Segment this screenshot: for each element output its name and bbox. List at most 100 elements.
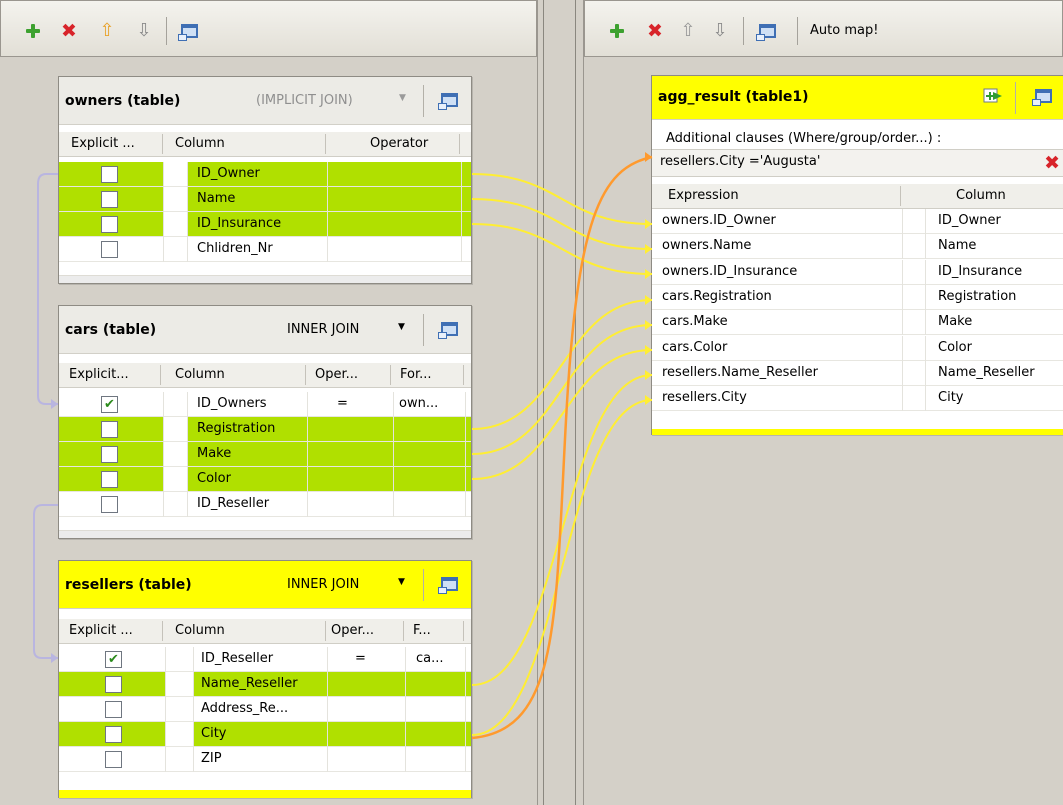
header-column[interactable]: Column <box>175 136 225 151</box>
column-name[interactable]: Name_Reseller <box>201 676 298 691</box>
expression-value[interactable]: resellers.Name_Reseller <box>662 365 818 380</box>
table-row[interactable]: resellers.Name_Reseller Name_Reseller <box>652 360 1063 386</box>
formula-value[interactable]: own... <box>399 396 438 411</box>
explicit-join-checkbox[interactable] <box>105 726 122 743</box>
column-name[interactable]: Registration <box>197 421 275 436</box>
output-column-name[interactable]: City <box>938 390 963 405</box>
column-name[interactable]: City <box>201 726 226 741</box>
add-icon[interactable] <box>23 21 43 41</box>
resellers-join-select[interactable]: INNER JOIN <box>287 577 359 592</box>
header-operator[interactable]: Operator <box>370 136 428 151</box>
add-icon[interactable] <box>607 21 627 41</box>
header-formula[interactable]: For... <box>400 367 432 382</box>
header-operator[interactable]: Oper... <box>315 367 358 382</box>
table-row[interactable]: cars.Make Make <box>652 310 1063 336</box>
column-name[interactable]: Make <box>197 446 231 461</box>
auto-map-button[interactable]: Auto map! <box>810 23 878 38</box>
explicit-join-checkbox[interactable] <box>101 421 118 438</box>
output-column-name[interactable]: Color <box>938 340 972 355</box>
explicit-join-checkbox[interactable] <box>101 241 118 258</box>
window-icon[interactable] <box>438 322 458 339</box>
move-down-icon[interactable]: ⇩ <box>134 21 154 41</box>
table-row[interactable]: Address_Re... <box>59 697 471 722</box>
formula-value[interactable]: ca... <box>416 651 444 666</box>
explicit-join-checkbox[interactable]: ✔ <box>105 651 122 668</box>
explicit-join-checkbox[interactable] <box>101 471 118 488</box>
window-icon[interactable] <box>177 21 199 41</box>
column-name[interactable]: Address_Re... <box>201 701 288 716</box>
chevron-down-icon[interactable]: ▼ <box>399 93 406 103</box>
table-row[interactable]: Registration <box>59 417 471 442</box>
explicit-join-checkbox[interactable] <box>101 191 118 208</box>
expression-value[interactable]: cars.Color <box>662 340 727 355</box>
operator-value[interactable]: = <box>355 651 366 666</box>
header-column[interactable]: Column <box>175 623 225 638</box>
window-icon[interactable] <box>755 21 777 41</box>
explicit-join-checkbox[interactable] <box>105 701 122 718</box>
move-up-icon[interactable]: ⇧ <box>678 21 698 41</box>
explicit-join-checkbox[interactable] <box>101 166 118 183</box>
column-name[interactable]: ID_Reseller <box>201 651 273 666</box>
move-down-icon[interactable]: ⇩ <box>710 21 730 41</box>
header-formula[interactable]: F... <box>413 623 431 638</box>
header-explicit[interactable]: Explicit ... <box>71 136 135 151</box>
column-name[interactable]: ZIP <box>201 751 222 766</box>
delete-clause-icon[interactable]: ✖ <box>1044 152 1060 174</box>
expression-value[interactable]: owners.Name <box>662 238 751 253</box>
column-name[interactable]: Name <box>197 191 235 206</box>
move-up-icon[interactable]: ⇧ <box>97 21 117 41</box>
header-column[interactable]: Column <box>175 367 225 382</box>
table-row[interactable]: Name_Reseller <box>59 672 471 697</box>
explicit-join-checkbox[interactable] <box>101 446 118 463</box>
expression-value[interactable]: resellers.City <box>662 390 747 405</box>
table-row[interactable]: resellers.City City <box>652 386 1063 412</box>
where-clause-text[interactable]: resellers.City ='Augusta' <box>660 154 820 169</box>
delete-icon[interactable]: ✖ <box>645 21 665 41</box>
table-row[interactable]: Color <box>59 467 471 492</box>
table-row[interactable]: ID_Owner <box>59 162 471 187</box>
expression-value[interactable]: cars.Registration <box>662 289 772 304</box>
cars-join-select[interactable]: INNER JOIN <box>287 322 359 337</box>
column-name[interactable]: ID_Reseller <box>197 496 269 511</box>
output-column-name[interactable]: ID_Insurance <box>938 264 1022 279</box>
table-row[interactable]: cars.Registration Registration <box>652 284 1063 310</box>
output-column-name[interactable]: Name_Reseller <box>938 365 1035 380</box>
window-icon[interactable] <box>438 577 458 594</box>
owners-join-select[interactable]: (IMPLICIT JOIN) <box>256 93 353 108</box>
window-icon[interactable] <box>1032 89 1052 106</box>
explicit-join-checkbox[interactable]: ✔ <box>101 396 118 413</box>
explicit-join-checkbox[interactable] <box>101 496 118 513</box>
column-name[interactable]: ID_Insurance <box>197 216 281 231</box>
table-row[interactable]: Name <box>59 187 471 212</box>
header-explicit[interactable]: Explicit... <box>69 367 129 382</box>
header-expression[interactable]: Expression <box>668 188 739 203</box>
table-row[interactable]: ID_Reseller <box>59 492 471 517</box>
expression-value[interactable]: owners.ID_Insurance <box>662 264 797 279</box>
table-row[interactable]: ✔ ID_Reseller = ca... <box>59 647 471 672</box>
explicit-join-checkbox[interactable] <box>101 216 118 233</box>
table-row[interactable]: City <box>59 722 471 747</box>
header-operator[interactable]: Oper... <box>331 623 374 638</box>
expression-value[interactable]: owners.ID_Owner <box>662 213 776 228</box>
table-row[interactable]: ID_Insurance <box>59 212 471 237</box>
add-output-icon[interactable] <box>982 86 1004 106</box>
window-icon[interactable] <box>438 93 458 110</box>
table-row[interactable]: Make <box>59 442 471 467</box>
chevron-down-icon[interactable]: ▼ <box>398 322 405 332</box>
delete-icon[interactable]: ✖ <box>59 21 79 41</box>
table-row[interactable]: cars.Color Color <box>652 335 1063 361</box>
column-name[interactable]: Color <box>197 471 231 486</box>
explicit-join-checkbox[interactable] <box>105 751 122 768</box>
table-row[interactable]: Chlidren_Nr <box>59 237 471 262</box>
output-column-name[interactable]: Name <box>938 238 976 253</box>
table-row[interactable]: ZIP <box>59 747 471 772</box>
output-column-name[interactable]: Make <box>938 314 972 329</box>
table-row[interactable]: owners.ID_Owner ID_Owner <box>652 209 1063 234</box>
output-column-name[interactable]: Registration <box>938 289 1016 304</box>
expression-value[interactable]: cars.Make <box>662 314 728 329</box>
explicit-join-checkbox[interactable] <box>105 676 122 693</box>
header-explicit[interactable]: Explicit ... <box>69 623 133 638</box>
header-column[interactable]: Column <box>956 188 1006 203</box>
output-column-name[interactable]: ID_Owner <box>938 213 1001 228</box>
column-name[interactable]: Chlidren_Nr <box>197 241 273 256</box>
